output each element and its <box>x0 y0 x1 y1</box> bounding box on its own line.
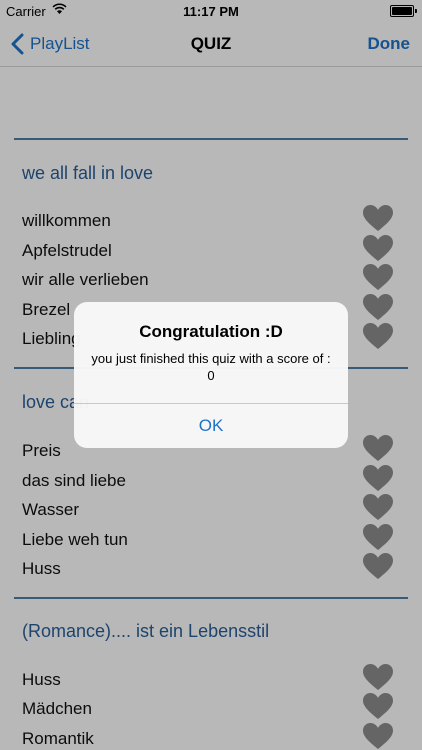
alert-message: you just finished this quiz with a score… <box>91 351 331 383</box>
alert-title: Congratulation :D <box>139 322 283 341</box>
score-alert-dialog: Congratulation :D you just finished this… <box>74 302 348 448</box>
alert-ok-button[interactable]: OK <box>74 404 348 448</box>
